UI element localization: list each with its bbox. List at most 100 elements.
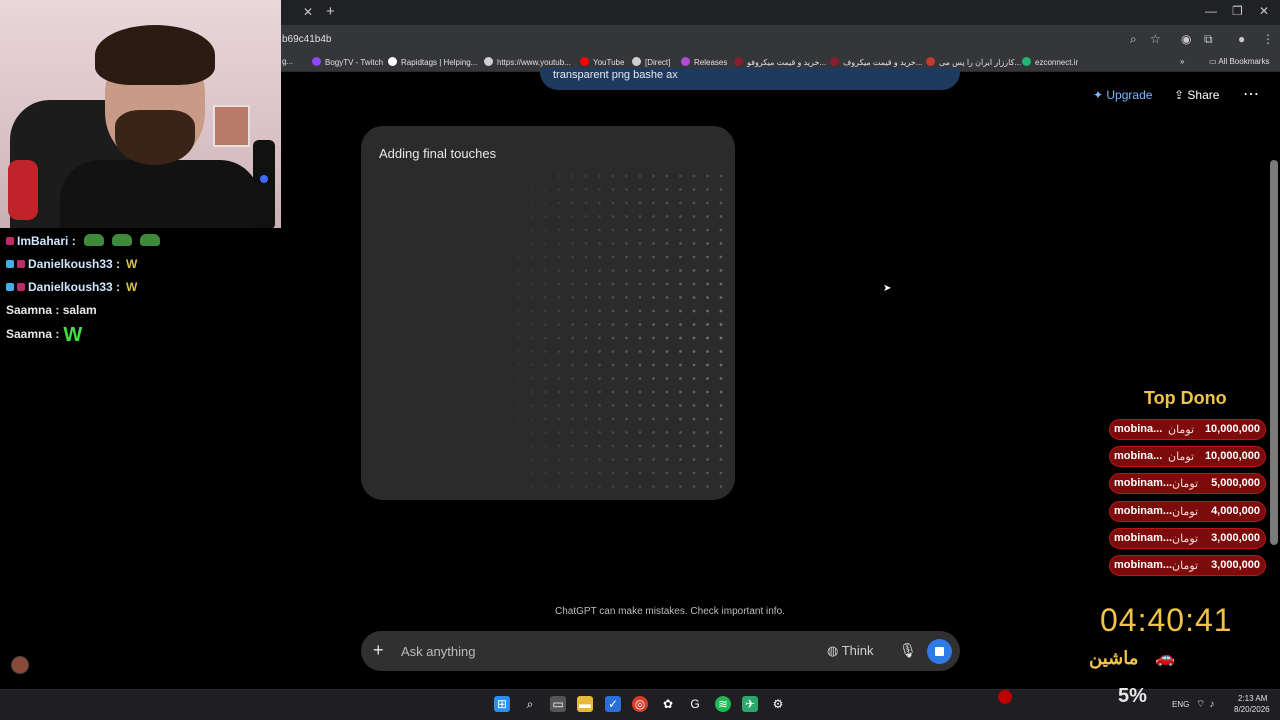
volume-icon[interactable]: ♪ [1209,699,1218,710]
loading-dot [706,242,709,245]
tray-icons[interactable]: ⌔♪ [1196,698,1218,711]
wifi-icon[interactable]: ⌔ [1196,699,1209,710]
windows-start-icon[interactable]: ⊞ [494,696,510,712]
bookmark-item[interactable]: کارزار ایران را پس می... [926,57,1021,67]
chrome-icon[interactable]: ◎ [632,696,648,712]
bookmark-item[interactable]: خرید و قیمت میکروف... [830,57,922,67]
bookmark-item[interactable]: YouTube [580,57,624,67]
microphone-icon[interactable]: 🎙 [899,642,917,659]
loading-dot [638,390,642,394]
loading-dot [692,350,696,353]
loading-dot [625,431,628,434]
loading-dot [665,296,669,299]
loading-dot [584,228,588,232]
composer-input[interactable]: Ask anything [401,644,475,659]
task-view-icon[interactable]: ▭ [550,696,566,712]
bookmark-item[interactable]: g... [282,57,293,66]
bookmarks-overflow-icon[interactable]: » [1180,57,1184,66]
loading-dot [530,269,534,272]
loading-dot [625,188,628,191]
clock-time[interactable]: 2:13 AM [1238,694,1267,703]
loading-dot [679,282,682,286]
profile-avatar[interactable]: ● [1238,32,1245,46]
extension-circle-icon[interactable]: ◉ [1181,32,1191,46]
bookmark-item[interactable]: BogyTV - Twitch [312,57,383,67]
loading-dot [557,282,561,286]
bookmark-item[interactable]: Releases [681,57,727,67]
twitch-icon [312,57,321,66]
more-options-icon[interactable]: ⋯ [1243,84,1259,104]
loading-dot [571,350,574,353]
think-button[interactable]: ◍ Think [827,643,874,659]
chat-message: Danielkoush33 :W [6,257,137,271]
loading-dot [611,269,615,272]
loading-dot [517,404,520,407]
loading-dot [598,255,601,259]
loading-dot [584,417,588,421]
all-bookmarks[interactable]: ▭ All Bookmarks [1209,57,1269,66]
new-tab-button[interactable]: + [326,3,335,20]
scrollbar[interactable] [1270,160,1278,545]
bookmark-item[interactable]: Rapidtags | Helping... [388,57,477,67]
loading-dot [652,431,655,434]
clock-date[interactable]: 8/20/2026 [1234,705,1270,714]
loading-dot [652,296,655,299]
loading-dot [625,444,628,448]
browser-menu-icon[interactable]: ⋮ [1262,32,1274,46]
loading-dot [517,255,520,259]
zoom-icon[interactable]: ⌕ [1130,32,1137,47]
bookmark-item[interactable]: خرید و قیمت میکروفو... [734,57,826,67]
spotify-icon[interactable]: ≋ [715,696,731,712]
loading-dot [665,458,669,461]
loading-dot [598,323,601,326]
loading-dot [665,363,669,367]
upgrade-button[interactable]: ✦ Upgrade [1093,88,1152,102]
share-button[interactable]: ⇪ Share [1174,88,1219,102]
loading-dot [517,242,520,245]
stop-button[interactable] [927,639,952,664]
chatgpt-icon[interactable]: ✿ [660,696,676,712]
loading-dot [652,309,655,313]
file-explorer-icon[interactable]: ▬ [577,696,593,712]
loading-dot [530,201,534,205]
bookmark-item[interactable]: ezconnect.ir [1022,57,1078,67]
loading-dot [625,323,628,326]
mouse-cursor-icon: ➤ [883,283,892,294]
plus-icon[interactable]: + [373,640,384,661]
loading-dot [598,431,601,434]
loading-dot [571,458,574,461]
extensions-icon[interactable]: ⧉ [1204,32,1213,47]
loading-dot [544,485,547,488]
loading-dot [692,404,696,407]
steam-icon[interactable]: ⚙ [770,696,786,712]
minimize-icon[interactable]: — [1205,4,1217,18]
loading-dot [706,444,709,448]
close-window-icon[interactable]: ✕ [1259,4,1269,18]
app-icon[interactable]: ✓ [605,696,621,712]
tab-close-icon[interactable]: ✕ [303,5,313,19]
loading-dot [598,188,601,191]
loading-dot [665,323,669,326]
loading-dot [625,174,628,178]
maximize-icon[interactable]: ❐ [1232,4,1243,18]
badge-icon [17,283,25,291]
url-text[interactable]: b69c41b4b [282,34,332,45]
loading-dot [544,282,547,286]
stop-icon [935,647,944,656]
loading-dot [625,282,628,286]
language-indicator[interactable]: ENG [1172,700,1189,709]
webcam-overlay [0,0,281,228]
app-icon[interactable]: ✈ [742,696,758,712]
loading-dot [706,471,709,475]
app-icon[interactable]: G [687,696,703,712]
loading-dot [571,363,574,367]
search-icon[interactable]: ⌕ [522,696,538,712]
loading-dot [638,417,642,421]
loading-dot [706,201,709,205]
loading-dot [517,377,520,380]
loading-dot [692,417,696,421]
badge-icon [6,260,14,268]
bookmark-item[interactable]: [Direct] [632,57,670,67]
bookmark-star-icon[interactable]: ☆ [1150,32,1161,46]
bookmark-item[interactable]: https://www.youtub... [484,57,571,67]
